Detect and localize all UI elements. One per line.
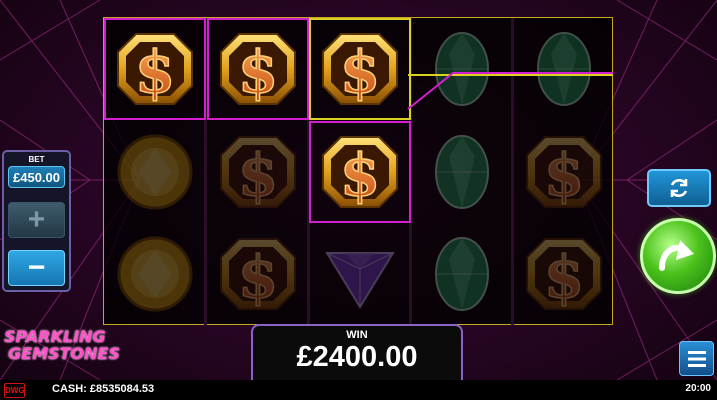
spin-button[interactable]	[640, 218, 716, 294]
bet-label: BET	[28, 155, 45, 164]
svg-text:$: $	[544, 141, 584, 209]
reel-symbol-gold-coin	[104, 121, 206, 223]
reel-symbol-purple-gem	[309, 223, 411, 325]
reel-grid: $ $ $ $ $ $ $ $	[103, 17, 615, 326]
green-gem-icon	[435, 237, 489, 311]
svg-text:$: $	[238, 38, 278, 106]
game-logo: SPARKLING GEMSTONES	[4, 327, 128, 365]
dollar-icon: $	[322, 33, 398, 107]
reel-symbol-dollar: $	[513, 121, 615, 223]
dollar-icon: $	[117, 33, 193, 107]
green-gem-icon	[435, 32, 489, 106]
dollar-icon: $	[526, 136, 602, 210]
reel-symbol-gold-coin	[104, 223, 206, 325]
autoplay-button[interactable]	[647, 169, 711, 207]
reel-symbol-dollar: $	[309, 121, 411, 223]
clock: 20:00	[685, 383, 711, 394]
brand-logo: DWG	[4, 383, 25, 398]
curved-arrow-icon	[659, 240, 694, 271]
bet-panel: BET £450.00 + −	[2, 150, 71, 292]
svg-text:$: $	[238, 141, 278, 209]
green-gem-icon	[537, 32, 591, 106]
green-gem-icon	[435, 135, 489, 209]
svg-text:$: $	[340, 38, 380, 106]
gold-coin-icon	[117, 236, 193, 312]
svg-text:$: $	[135, 38, 175, 106]
hamburger-menu-icon	[687, 350, 706, 367]
svg-text:$: $	[340, 141, 380, 209]
reel-symbol-dollar: $	[104, 18, 206, 120]
reel-symbol-dollar: $	[207, 223, 309, 325]
cash-balance: CASH: £8535084.53	[52, 383, 155, 395]
game-stage: $ $ $ $ $ $ $ $ BET £450.00 + − SPARKLING GEMST…	[0, 0, 717, 400]
svg-text:$: $	[238, 243, 278, 311]
menu-button[interactable]	[679, 341, 714, 376]
reel-symbol-dollar: $	[207, 18, 309, 120]
gold-coin-icon	[117, 134, 193, 210]
reel-symbol-green-gem	[411, 121, 513, 223]
reel-symbol-dollar: $	[513, 223, 615, 325]
dollar-icon: $	[220, 136, 296, 210]
increase-bet-button[interactable]: +	[8, 202, 65, 238]
dollar-icon: $	[526, 238, 602, 312]
decrease-bet-button[interactable]: −	[8, 250, 65, 286]
reel-symbol-green-gem	[411, 18, 513, 120]
reel-symbol-green-gem	[513, 18, 615, 120]
reel-symbol-dollar: $	[207, 121, 309, 223]
svg-text:$: $	[544, 243, 584, 311]
win-panel: WIN £2400.00	[251, 324, 463, 380]
bet-value-display[interactable]: £450.00	[8, 166, 65, 188]
logo-text-line2: GEMSTONES	[8, 344, 120, 363]
dollar-icon: $	[220, 238, 296, 312]
win-label: WIN	[346, 329, 368, 341]
purple-gem-icon	[325, 252, 395, 309]
dollar-icon: $	[220, 33, 296, 107]
dollar-icon: $	[322, 136, 398, 210]
refresh-icon	[670, 179, 688, 197]
status-bar: DWG CASH: £8535084.53 20:00	[0, 380, 717, 400]
win-amount: £2400.00	[296, 341, 418, 373]
reel-symbol-dollar: $	[309, 18, 411, 120]
reel-symbol-green-gem	[411, 223, 513, 325]
